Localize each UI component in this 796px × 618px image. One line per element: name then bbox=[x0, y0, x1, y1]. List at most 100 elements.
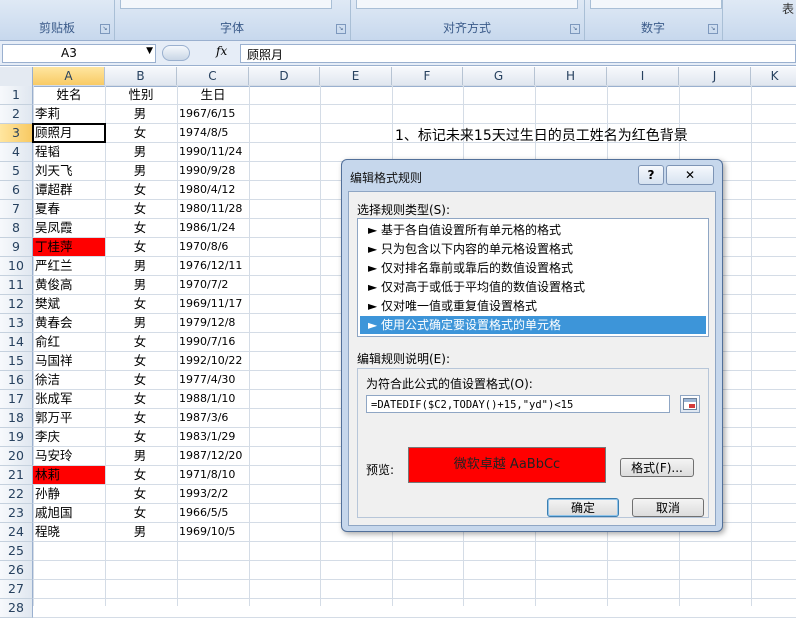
table-cell[interactable]: 1969/11/17 bbox=[177, 295, 249, 313]
table-cell[interactable]: 戚旭国 bbox=[33, 504, 105, 522]
table-cell[interactable]: 男 bbox=[105, 105, 175, 123]
row-header[interactable]: 1 bbox=[0, 86, 33, 105]
table-cell[interactable]: 樊斌 bbox=[33, 295, 105, 313]
row-header[interactable]: 4 bbox=[0, 143, 33, 162]
table-cell[interactable]: 1990/7/16 bbox=[177, 333, 249, 351]
table-cell[interactable]: 李莉 bbox=[33, 105, 105, 123]
table-cell[interactable]: 女 bbox=[105, 371, 175, 389]
row-header[interactable]: 3 bbox=[0, 124, 33, 143]
table-cell[interactable]: 女 bbox=[105, 428, 175, 446]
column-header[interactable]: H bbox=[535, 67, 607, 87]
column-header[interactable]: I bbox=[607, 67, 679, 87]
table-cell[interactable]: 男 bbox=[105, 257, 175, 275]
dialog-launcher-icon[interactable]: ↘ bbox=[336, 24, 346, 34]
table-cell[interactable]: 女 bbox=[105, 485, 175, 503]
row-header[interactable]: 14 bbox=[0, 333, 33, 352]
rule-type-item[interactable]: ► 基于各自值设置所有单元格的格式 bbox=[360, 221, 706, 239]
table-cell[interactable]: 1980/4/12 bbox=[177, 181, 249, 199]
column-header[interactable]: A bbox=[33, 67, 105, 87]
header-cell[interactable]: 生日 bbox=[177, 86, 249, 104]
table-cell[interactable]: 女 bbox=[105, 295, 175, 313]
table-cell[interactable]: 郭万平 bbox=[33, 409, 105, 427]
row-header[interactable]: 17 bbox=[0, 390, 33, 409]
rule-type-item[interactable]: ► 仅对排名靠前或靠后的数值设置格式 bbox=[360, 259, 706, 277]
table-cell[interactable]: 俞红 bbox=[33, 333, 105, 351]
table-cell[interactable]: 男 bbox=[105, 447, 175, 465]
cancel-formula-icon[interactable] bbox=[162, 45, 190, 61]
header-cell[interactable]: 性别 bbox=[105, 86, 177, 104]
table-cell[interactable]: 女 bbox=[105, 124, 175, 142]
table-cell[interactable]: 1983/1/29 bbox=[177, 428, 249, 446]
cancel-button[interactable]: 取消 bbox=[632, 498, 704, 517]
table-cell[interactable]: 1993/2/2 bbox=[177, 485, 249, 503]
row-header[interactable]: 15 bbox=[0, 352, 33, 371]
row-header[interactable]: 20 bbox=[0, 447, 33, 466]
column-header[interactable]: B bbox=[105, 67, 177, 87]
table-cell[interactable]: 1987/12/20 bbox=[177, 447, 249, 465]
rule-type-item-selected[interactable]: ► 使用公式确定要设置格式的单元格 bbox=[360, 316, 706, 334]
row-header[interactable]: 8 bbox=[0, 219, 33, 238]
column-header[interactable]: J bbox=[679, 67, 751, 87]
row-header[interactable]: 26 bbox=[0, 561, 33, 580]
table-cell[interactable]: 马国祥 bbox=[33, 352, 105, 370]
ok-button[interactable]: 确定 bbox=[547, 498, 619, 517]
row-header[interactable]: 28 bbox=[0, 599, 33, 618]
header-cell[interactable]: 姓名 bbox=[33, 86, 105, 104]
table-cell[interactable]: 女 bbox=[105, 352, 175, 370]
active-cell[interactable] bbox=[32, 123, 106, 143]
row-header[interactable]: 5 bbox=[0, 162, 33, 181]
rule-type-item[interactable]: ► 仅对高于或低于平均值的数值设置格式 bbox=[360, 278, 706, 296]
column-header[interactable]: G bbox=[463, 67, 535, 87]
column-header[interactable]: C bbox=[177, 67, 249, 87]
row-header[interactable]: 13 bbox=[0, 314, 33, 333]
table-cell[interactable]: 丁桂萍 bbox=[33, 238, 105, 256]
row-header[interactable]: 10 bbox=[0, 257, 33, 276]
row-header[interactable]: 22 bbox=[0, 485, 33, 504]
table-cell[interactable]: 徐洁 bbox=[33, 371, 105, 389]
table-cell[interactable]: 吴凤霞 bbox=[33, 219, 105, 237]
row-header[interactable]: 19 bbox=[0, 428, 33, 447]
format-button[interactable]: 格式(F)... bbox=[620, 458, 694, 477]
table-cell[interactable]: 程晓 bbox=[33, 523, 105, 541]
row-header[interactable]: 27 bbox=[0, 580, 33, 599]
table-cell[interactable]: 1980/11/28 bbox=[177, 200, 249, 218]
insert-function-icon[interactable]: fx bbox=[216, 44, 227, 58]
rule-type-item[interactable]: ► 仅对唯一值或重复值设置格式 bbox=[360, 297, 706, 315]
table-cell[interactable]: 1969/10/5 bbox=[177, 523, 249, 541]
table-cell[interactable]: 程韬 bbox=[33, 143, 105, 161]
table-cell[interactable]: 1986/1/24 bbox=[177, 219, 249, 237]
table-cell[interactable]: 1990/11/24 bbox=[177, 143, 249, 161]
table-cell[interactable]: 黄春会 bbox=[33, 314, 105, 332]
row-header[interactable]: 21 bbox=[0, 466, 33, 485]
table-cell[interactable]: 女 bbox=[105, 238, 175, 256]
table-cell[interactable]: 1992/10/22 bbox=[177, 352, 249, 370]
row-header[interactable]: 23 bbox=[0, 504, 33, 523]
name-box[interactable]: A3 ▼ bbox=[2, 44, 156, 63]
table-cell[interactable]: 女 bbox=[105, 219, 175, 237]
table-cell[interactable]: 1979/12/8 bbox=[177, 314, 249, 332]
row-header[interactable]: 18 bbox=[0, 409, 33, 428]
column-header[interactable]: F bbox=[392, 67, 463, 87]
table-cell[interactable]: 男 bbox=[105, 162, 175, 180]
table-cell[interactable]: 黄俊高 bbox=[33, 276, 105, 294]
table-cell[interactable]: 刘天飞 bbox=[33, 162, 105, 180]
chevron-down-icon[interactable]: ▼ bbox=[146, 46, 153, 56]
column-header[interactable]: K bbox=[751, 67, 796, 87]
help-icon[interactable]: ? bbox=[638, 165, 664, 185]
row-header[interactable]: 24 bbox=[0, 523, 33, 542]
dialog-launcher-icon[interactable]: ↘ bbox=[570, 24, 580, 34]
table-cell[interactable]: 1970/8/6 bbox=[177, 238, 249, 256]
table-cell[interactable]: 1974/8/5 bbox=[177, 124, 249, 142]
table-cell[interactable]: 林莉 bbox=[33, 466, 105, 484]
table-cell[interactable]: 女 bbox=[105, 390, 175, 408]
table-cell[interactable]: 李庆 bbox=[33, 428, 105, 446]
select-all-corner[interactable] bbox=[0, 67, 33, 87]
table-cell[interactable]: 1990/9/28 bbox=[177, 162, 249, 180]
row-header[interactable]: 6 bbox=[0, 181, 33, 200]
table-cell[interactable]: 女 bbox=[105, 181, 175, 199]
row-header[interactable]: 2 bbox=[0, 105, 33, 124]
table-cell[interactable]: 1977/4/30 bbox=[177, 371, 249, 389]
table-cell[interactable]: 1967/6/15 bbox=[177, 105, 249, 123]
range-select-icon[interactable] bbox=[680, 395, 700, 413]
table-cell[interactable]: 1966/5/5 bbox=[177, 504, 249, 522]
